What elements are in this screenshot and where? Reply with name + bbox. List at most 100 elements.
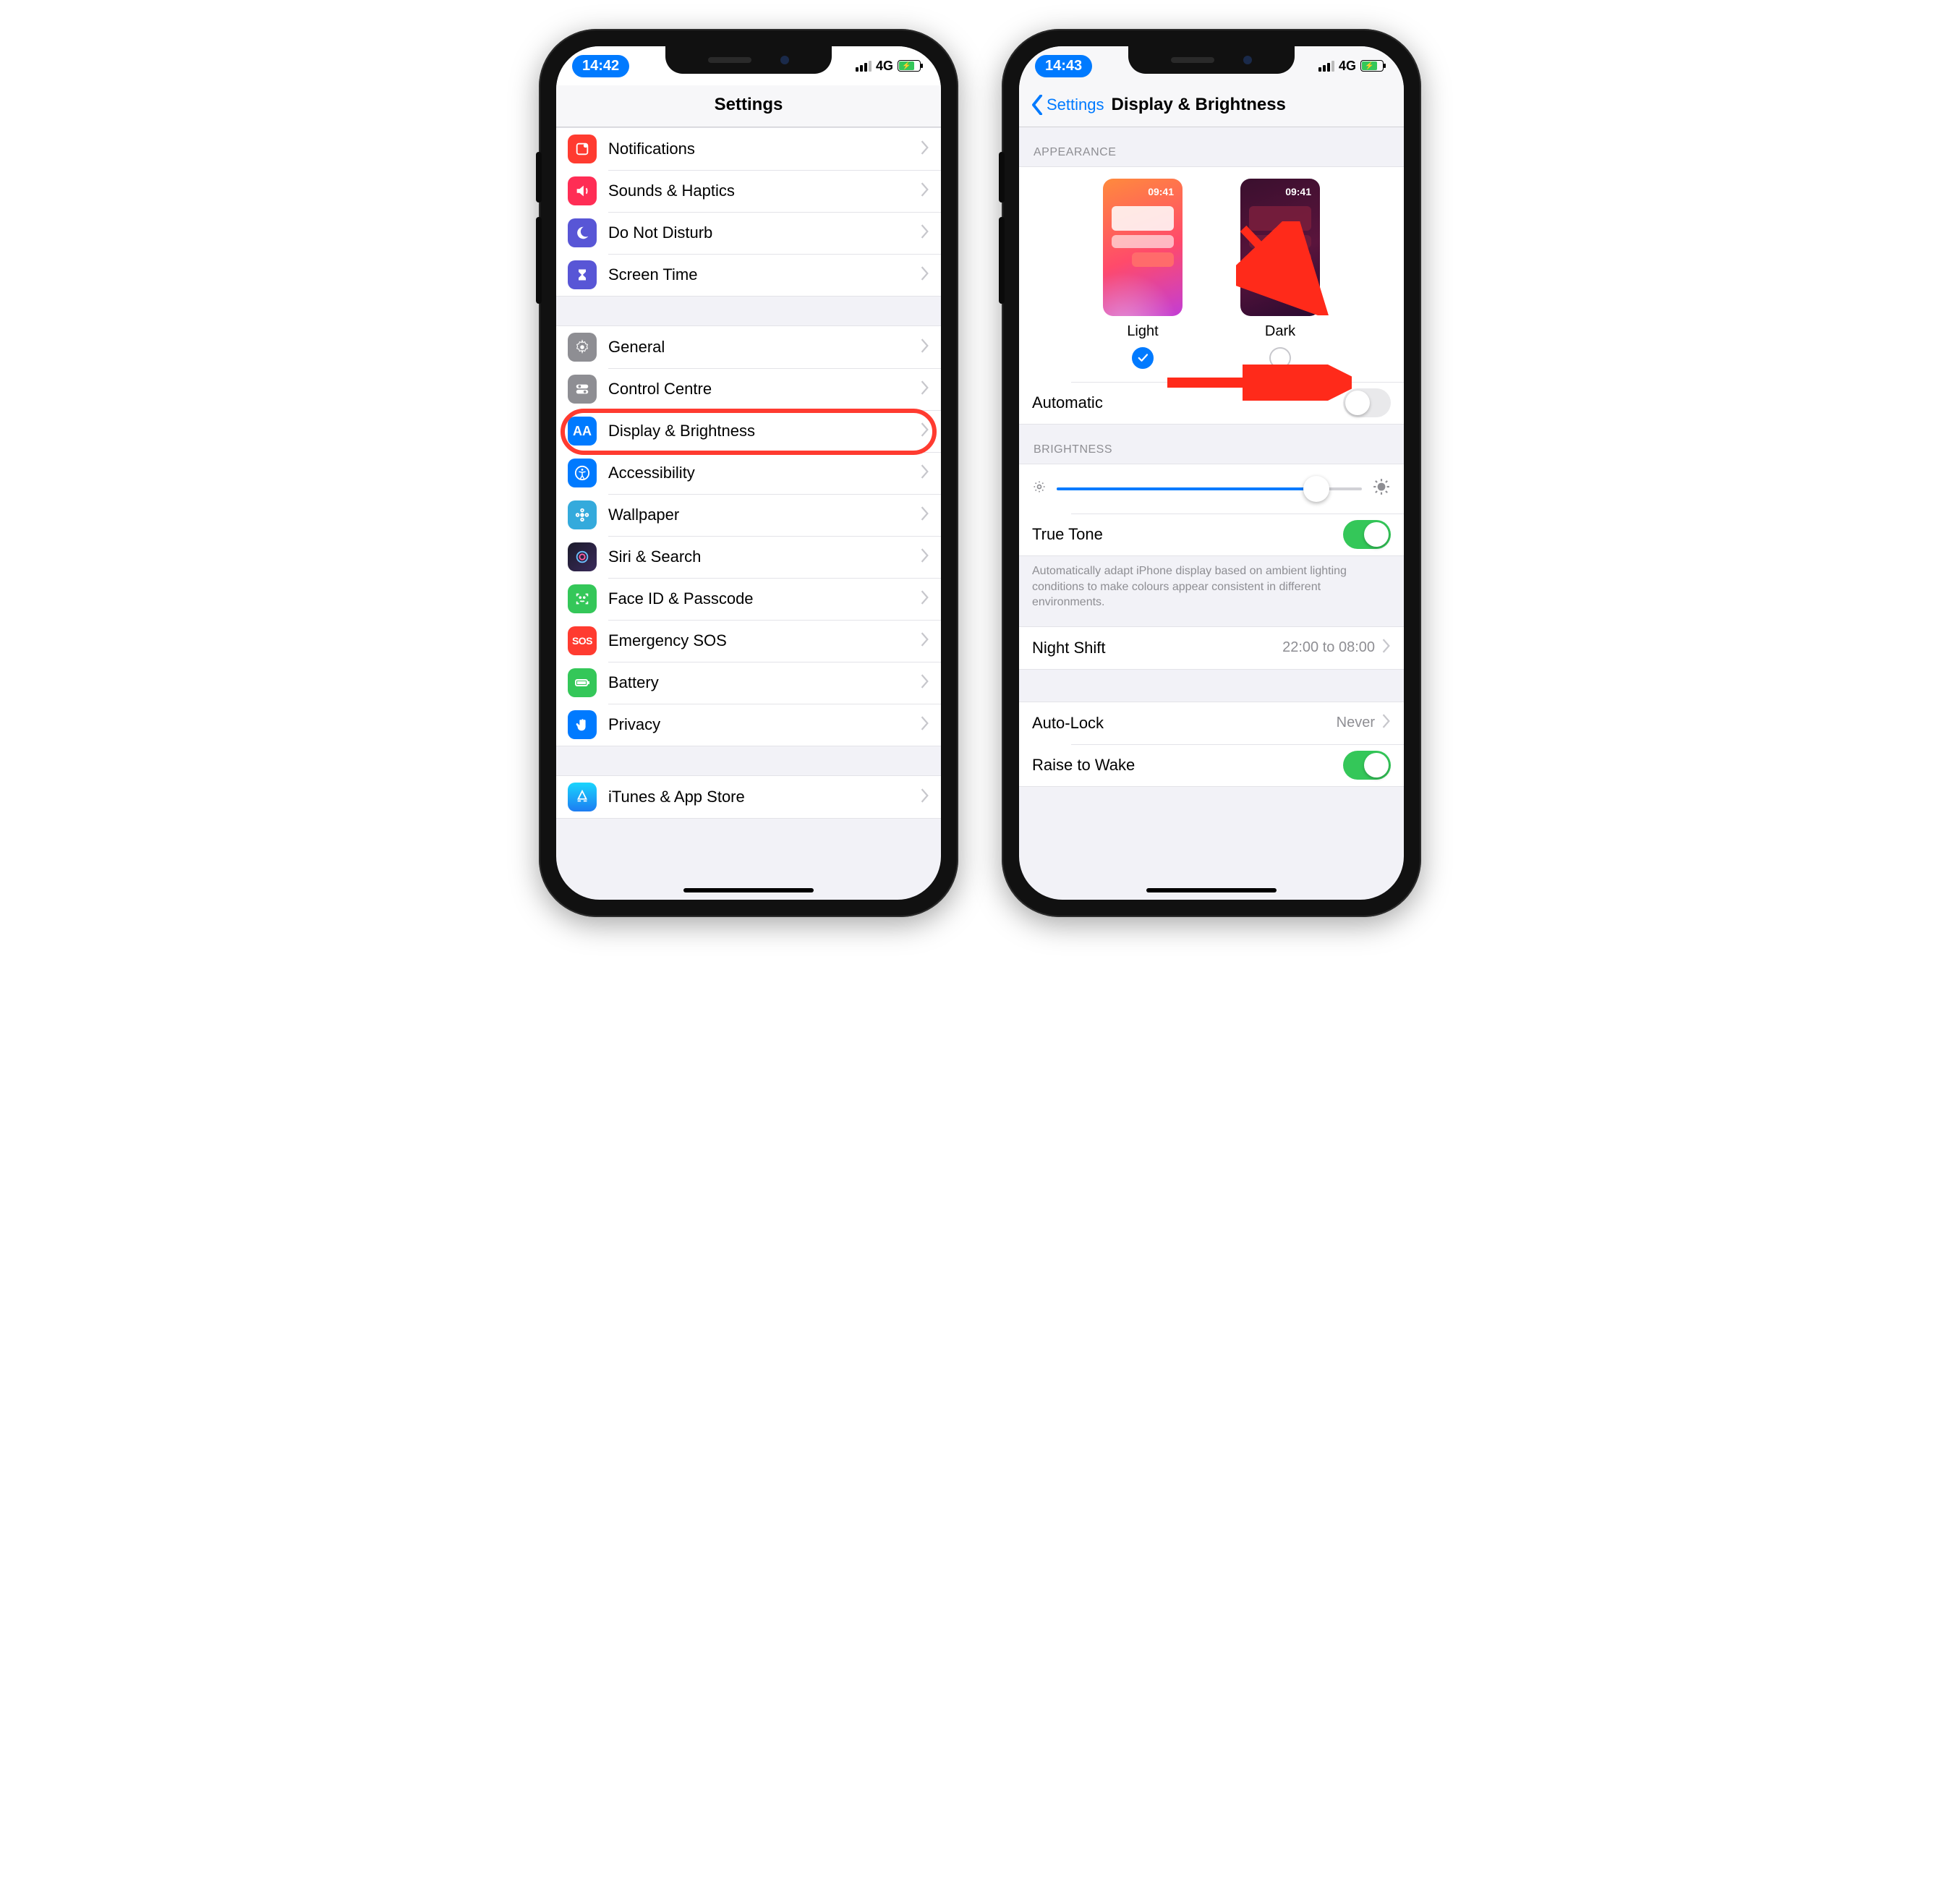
page-title: Display & Brightness	[1112, 95, 1286, 115]
phone-right: 14:43 4G ⚡ Settings Display & Brightness…	[1002, 29, 1421, 917]
row-siri[interactable]: Siri & Search	[556, 536, 941, 578]
notch	[1128, 46, 1295, 74]
screen: 14:43 4G ⚡ Settings Display & Brightness…	[1019, 46, 1404, 900]
truetone-toggle[interactable]	[1343, 520, 1391, 549]
hourglass-icon	[568, 260, 597, 289]
slider-knob[interactable]	[1303, 476, 1329, 502]
row-label: Sounds & Haptics	[608, 182, 921, 200]
battery-icon: ⚡	[898, 60, 921, 72]
home-indicator[interactable]	[683, 888, 814, 892]
nav-bar: Settings Display & Brightness	[1019, 85, 1404, 127]
network-label: 4G	[876, 59, 893, 74]
truetone-label: True Tone	[1032, 525, 1343, 544]
chevron-icon	[921, 182, 929, 200]
signal-icon	[856, 61, 872, 72]
sos-icon: SOS	[568, 626, 597, 655]
row-nightshift[interactable]: Night Shift 22:00 to 08:00	[1019, 627, 1404, 669]
row-sounds[interactable]: Sounds & Haptics	[556, 170, 941, 212]
row-truetone[interactable]: True Tone	[1019, 514, 1404, 555]
row-automatic[interactable]: Automatic	[1019, 382, 1404, 424]
chevron-icon	[921, 422, 929, 440]
battery-icon: ⚡	[1360, 60, 1384, 72]
row-label: Do Not Disturb	[608, 223, 921, 242]
battery-row-icon	[568, 668, 597, 697]
row-raisetowake[interactable]: Raise to Wake	[1019, 744, 1404, 786]
row-wallpaper[interactable]: Wallpaper	[556, 494, 941, 536]
row-label: iTunes & App Store	[608, 788, 921, 806]
notifications-icon	[568, 135, 597, 163]
row-privacy[interactable]: Privacy	[556, 704, 941, 746]
row-screentime[interactable]: Screen Time	[556, 254, 941, 296]
chevron-icon	[1382, 714, 1391, 732]
chevron-icon	[921, 590, 929, 608]
row-general[interactable]: General	[556, 326, 941, 368]
row-itunes[interactable]: iTunes & App Store	[556, 776, 941, 818]
chevron-icon	[921, 224, 929, 242]
dark-preview: 09:41	[1240, 179, 1320, 316]
automatic-label: Automatic	[1032, 393, 1343, 412]
raise-label: Raise to Wake	[1032, 756, 1343, 775]
light-label: Light	[1127, 323, 1158, 340]
display-settings[interactable]: APPEARANCE 09:41 Light	[1019, 127, 1404, 900]
row-accessibility[interactable]: Accessibility	[556, 452, 941, 494]
row-notifications[interactable]: Notifications	[556, 128, 941, 170]
accessibility-icon	[568, 459, 597, 487]
autolock-value: Never	[1337, 715, 1375, 731]
chevron-icon	[921, 266, 929, 284]
toggles-icon	[568, 375, 597, 404]
slider-track[interactable]	[1057, 487, 1362, 490]
chevron-icon	[921, 464, 929, 482]
chevron-icon	[921, 140, 929, 158]
dark-label: Dark	[1265, 323, 1295, 340]
notch	[665, 46, 832, 74]
preview-time: 09:41	[1148, 186, 1174, 197]
row-autolock[interactable]: Auto-Lock Never	[1019, 702, 1404, 744]
chevron-icon	[921, 380, 929, 399]
nightshift-value: 22:00 to 08:00	[1282, 639, 1375, 656]
row-label: General	[608, 338, 921, 357]
appstore-icon	[568, 783, 597, 811]
home-indicator[interactable]	[1146, 888, 1277, 892]
chevron-icon	[921, 506, 929, 524]
row-label: Privacy	[608, 715, 921, 734]
status-time: 14:43	[1035, 55, 1092, 77]
section-header-brightness: BRIGHTNESS	[1019, 425, 1404, 464]
textsize-icon: AA	[568, 417, 597, 446]
signal-icon	[1318, 61, 1334, 72]
row-label: Emergency SOS	[608, 631, 921, 650]
radio-dark[interactable]	[1269, 347, 1291, 369]
row-label: Wallpaper	[608, 506, 921, 524]
row-label: Screen Time	[608, 265, 921, 284]
back-button[interactable]: Settings	[1031, 95, 1104, 115]
row-dnd[interactable]: Do Not Disturb	[556, 212, 941, 254]
row-label: Battery	[608, 673, 921, 692]
radio-light[interactable]	[1132, 347, 1154, 369]
chevron-icon	[921, 716, 929, 734]
hand-icon	[568, 710, 597, 739]
light-preview: 09:41	[1103, 179, 1183, 316]
chevron-icon	[921, 674, 929, 692]
row-sos[interactable]: SOS Emergency SOS	[556, 620, 941, 662]
appearance-option-dark[interactable]: 09:41 Dark	[1240, 179, 1320, 369]
sounds-icon	[568, 176, 597, 205]
row-controlcentre[interactable]: Control Centre	[556, 368, 941, 410]
back-label: Settings	[1047, 95, 1104, 114]
row-label: Face ID & Passcode	[608, 589, 921, 608]
row-label: Display & Brightness	[608, 422, 921, 440]
phone-left: 14:42 4G ⚡ Settings Notifications	[539, 29, 958, 917]
nav-bar: Settings	[556, 85, 941, 127]
row-faceid[interactable]: Face ID & Passcode	[556, 578, 941, 620]
section-header-appearance: APPEARANCE	[1019, 127, 1404, 166]
brightness-slider[interactable]	[1019, 464, 1404, 514]
chevron-icon	[921, 338, 929, 357]
siri-icon	[568, 542, 597, 571]
nightshift-label: Night Shift	[1032, 639, 1282, 657]
row-display[interactable]: AA Display & Brightness	[556, 410, 941, 452]
truetone-description: Automatically adapt iPhone display based…	[1019, 556, 1404, 626]
settings-list[interactable]: Notifications Sounds & Haptics Do Not Di…	[556, 127, 941, 900]
row-battery[interactable]: Battery	[556, 662, 941, 704]
raise-toggle[interactable]	[1343, 751, 1391, 780]
chevron-icon	[921, 548, 929, 566]
appearance-option-light[interactable]: 09:41 Light	[1103, 179, 1183, 369]
automatic-toggle[interactable]	[1343, 388, 1391, 417]
